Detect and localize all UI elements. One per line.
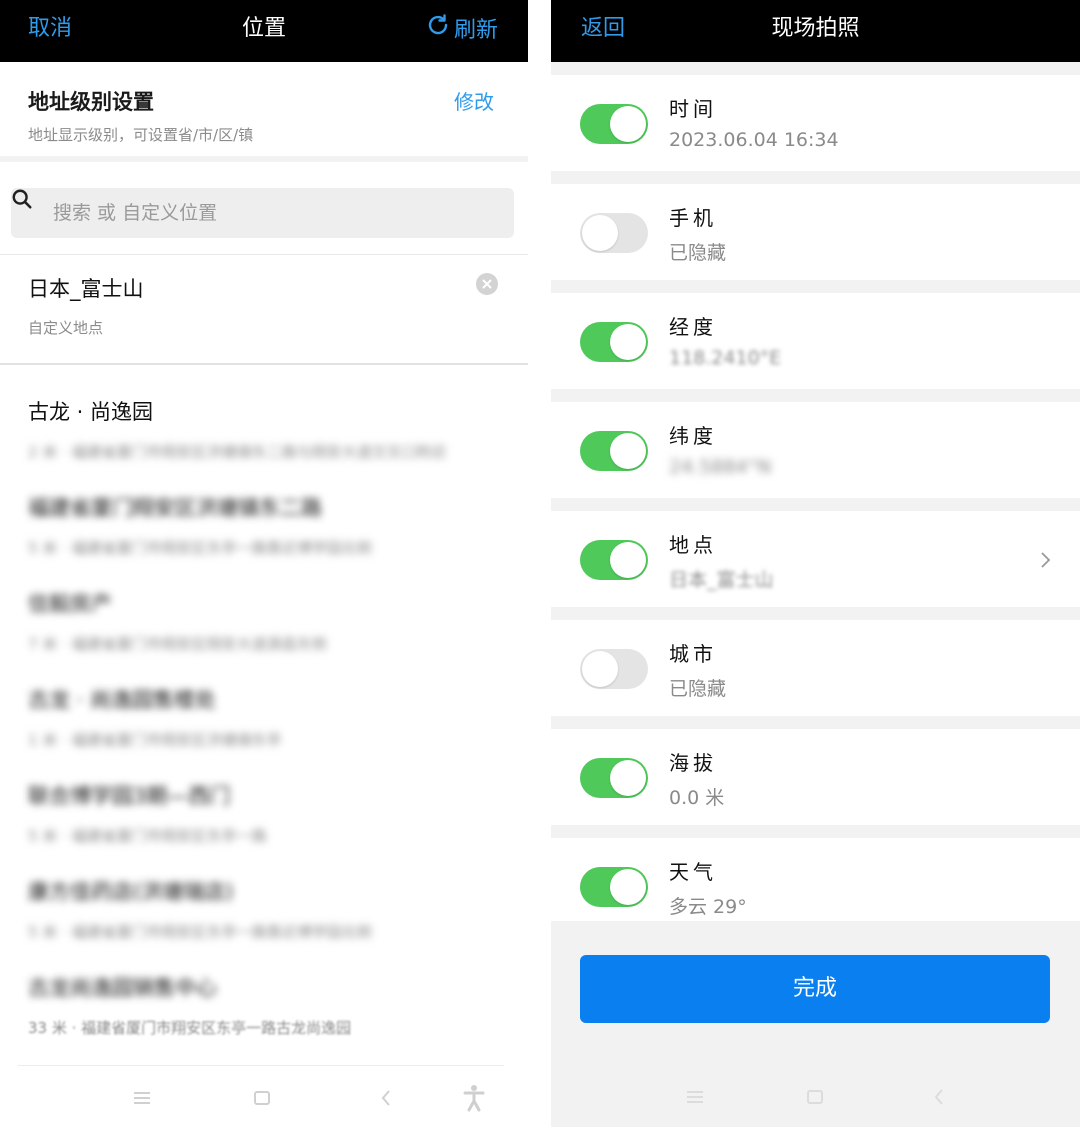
location-name: 古龙 · 尚逸园售楼处 bbox=[28, 688, 217, 712]
phone-toggle[interactable] bbox=[580, 213, 648, 253]
altitude-toggle[interactable] bbox=[580, 758, 648, 798]
refresh-icon bbox=[426, 2, 450, 60]
photo-header: 返回 现场拍照 bbox=[551, 0, 1080, 62]
longitude-toggle[interactable] bbox=[580, 322, 648, 362]
location-name: 信毅房产 bbox=[28, 592, 112, 616]
home-icon[interactable] bbox=[252, 1086, 272, 1110]
custom-location-name: 日本_富士山 bbox=[28, 277, 144, 301]
location-name: 福建省厦门翔安区洪塘镇东二路 bbox=[28, 496, 322, 520]
list-item[interactable]: 康方佳药店(洪塘瑞店) 5 米 · 福建省厦门市翔安区东亭一路靠近博学园北侧 bbox=[0, 860, 528, 956]
location-header: 取消 位置 刷新 bbox=[0, 0, 528, 62]
system-nav-bar bbox=[551, 1065, 1080, 1127]
nearby-location-list: 古龙 · 尚逸园 2 米 · 福建省厦门市翔安区洪塘镇东二路与翔安大道交叉口附近… bbox=[0, 380, 528, 1052]
done-button[interactable]: 完成 bbox=[580, 955, 1050, 1023]
menu-icon[interactable] bbox=[132, 1086, 152, 1110]
address-level-title: 地址级别设置 bbox=[28, 90, 154, 114]
field-row-longitude: 经度 118.2410°E bbox=[551, 293, 1080, 389]
location-name: 联合博学园3期—西门 bbox=[28, 784, 231, 808]
field-value: 2023.06.04 16:34 bbox=[669, 129, 839, 151]
custom-location-item[interactable]: 日本_富士山 自定义地点 bbox=[0, 255, 528, 365]
location-desc: 7 米 · 福建省厦门市翔安区翔安大道源昌东侧 bbox=[28, 635, 327, 653]
chevron-right-icon bbox=[1041, 552, 1051, 568]
field-row-altitude: 海拔 0.0 米 bbox=[551, 729, 1080, 825]
field-label: 地点 bbox=[669, 533, 717, 557]
clear-icon[interactable] bbox=[476, 273, 498, 295]
list-item[interactable]: 古龙尚逸园销售中心 33 米 · 福建省厦门市翔安区东亭一路古龙尚逸园 bbox=[0, 956, 528, 1052]
field-value: 24.5884°N bbox=[669, 456, 772, 478]
location-desc: 5 米 · 福建省厦门市翔安区东亭一路靠近博学园北侧 bbox=[28, 923, 372, 941]
location-name: 康方佳药店(洪塘瑞店) bbox=[28, 880, 234, 904]
time-toggle[interactable] bbox=[580, 104, 648, 144]
field-label: 海拔 bbox=[669, 751, 717, 775]
search-bar[interactable] bbox=[11, 188, 514, 238]
list-item[interactable]: 信毅房产 7 米 · 福建省厦门市翔安区翔安大道源昌东侧 bbox=[0, 572, 528, 668]
custom-location-desc: 自定义地点 bbox=[28, 319, 104, 337]
system-nav-bar bbox=[18, 1065, 504, 1127]
refresh-button[interactable]: 刷新 bbox=[426, 0, 498, 62]
field-value: 日本_富士山 bbox=[669, 569, 774, 591]
location-desc: 33 米 · 福建省厦门市翔安区东亭一路古龙尚逸园 bbox=[28, 1019, 352, 1037]
field-row-time: 时间 2023.06.04 16:34 bbox=[551, 75, 1080, 171]
field-label: 时间 bbox=[669, 97, 717, 121]
list-item[interactable]: 古龙 · 尚逸园售楼处 1 米 · 福建省厦门市翔安区洪塘镇东亭 bbox=[0, 668, 528, 764]
city-toggle[interactable] bbox=[580, 649, 648, 689]
list-item[interactable]: 古龙 · 尚逸园 2 米 · 福建省厦门市翔安区洪塘镇东二路与翔安大道交叉口附近 bbox=[0, 380, 528, 476]
field-label: 天气 bbox=[669, 860, 717, 884]
field-label: 城市 bbox=[669, 642, 717, 666]
edit-button[interactable]: 修改 bbox=[454, 86, 494, 115]
field-label: 纬度 bbox=[669, 424, 717, 448]
location-desc: 5 米 · 福建省厦门市翔安区东亭一路靠近博学园北侧 bbox=[28, 539, 372, 557]
home-icon[interactable] bbox=[805, 1085, 825, 1109]
field-value: 已隐藏 bbox=[669, 678, 727, 700]
list-item[interactable]: 联合博学园3期—西门 5 米 · 福建省厦门市翔安区东亭一路 bbox=[0, 764, 528, 860]
location-name: 古龙 · 尚逸园 bbox=[28, 400, 154, 424]
page-title: 现场拍照 bbox=[771, 16, 860, 41]
field-row-city: 城市 已隐藏 bbox=[551, 620, 1080, 716]
field-label: 手机 bbox=[669, 206, 717, 230]
address-level-setting: 地址级别设置 地址显示级别，可设置省/市/区/镇 修改 bbox=[0, 62, 528, 162]
accessibility-icon[interactable] bbox=[462, 1084, 486, 1112]
list-item[interactable]: 福建省厦门翔安区洪塘镇东二路 5 米 · 福建省厦门市翔安区东亭一路靠近博学园北… bbox=[0, 476, 528, 572]
watermark-field-list: 时间 2023.06.04 16:34 手机 已隐藏 经度 118.2410°E… bbox=[551, 75, 1080, 934]
field-value: 118.2410°E bbox=[669, 347, 782, 369]
location-desc: 5 米 · 福建省厦门市翔安区东亭一路 bbox=[28, 827, 267, 845]
place-toggle[interactable] bbox=[580, 540, 648, 580]
field-row-phone: 手机 已隐藏 bbox=[551, 184, 1080, 280]
address-level-subtitle: 地址显示级别，可设置省/市/区/镇 bbox=[28, 126, 254, 144]
location-name: 古龙尚逸园销售中心 bbox=[28, 976, 217, 1000]
field-row-weather: 天气 多云 29° bbox=[551, 838, 1080, 921]
field-value: 多云 29° bbox=[669, 896, 747, 918]
field-label: 经度 bbox=[669, 315, 717, 339]
refresh-label: 刷新 bbox=[453, 18, 498, 43]
field-value: 已隐藏 bbox=[669, 242, 727, 264]
photo-settings-panel: 返回 现场拍照 时间 2023.06.04 16:34 手机 已隐藏 经度 11… bbox=[551, 0, 1080, 1127]
latitude-toggle[interactable] bbox=[580, 431, 648, 471]
weather-toggle[interactable] bbox=[580, 867, 648, 907]
location-panel: 取消 位置 刷新 地址级别设置 地址显示级别，可设置省/市/区/镇 修改 日本_… bbox=[0, 0, 528, 1127]
back-nav-icon[interactable] bbox=[376, 1086, 396, 1110]
location-desc: 1 米 · 福建省厦门市翔安区洪塘镇东亭 bbox=[28, 731, 282, 749]
field-row-latitude: 纬度 24.5884°N bbox=[551, 402, 1080, 498]
back-nav-icon[interactable] bbox=[929, 1085, 949, 1109]
menu-icon[interactable] bbox=[685, 1085, 705, 1109]
field-value: 0.0 米 bbox=[669, 787, 725, 809]
field-row-place[interactable]: 地点 日本_富士山 bbox=[551, 511, 1080, 607]
search-input[interactable] bbox=[53, 188, 493, 238]
location-desc: 2 米 · 福建省厦门市翔安区洪塘镇东二路与翔安大道交叉口附近 bbox=[28, 443, 447, 461]
